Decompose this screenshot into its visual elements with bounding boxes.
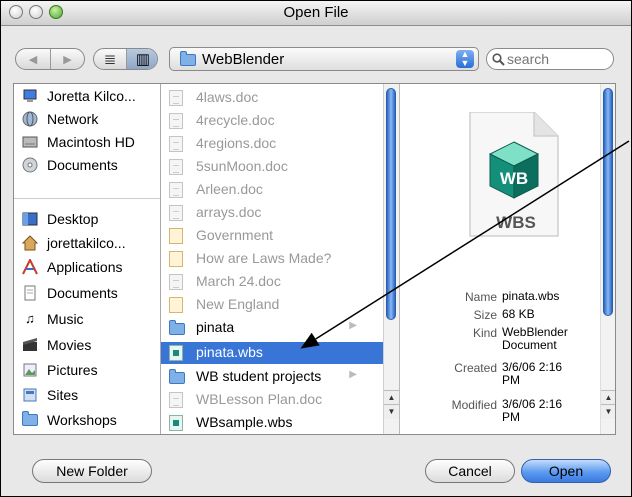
open-file-dialog: Open File ◀ ▶ ≣ ▥ WebBlender ▲ ▼ search … — [0, 0, 632, 497]
annotation-arrow — [300, 140, 630, 349]
